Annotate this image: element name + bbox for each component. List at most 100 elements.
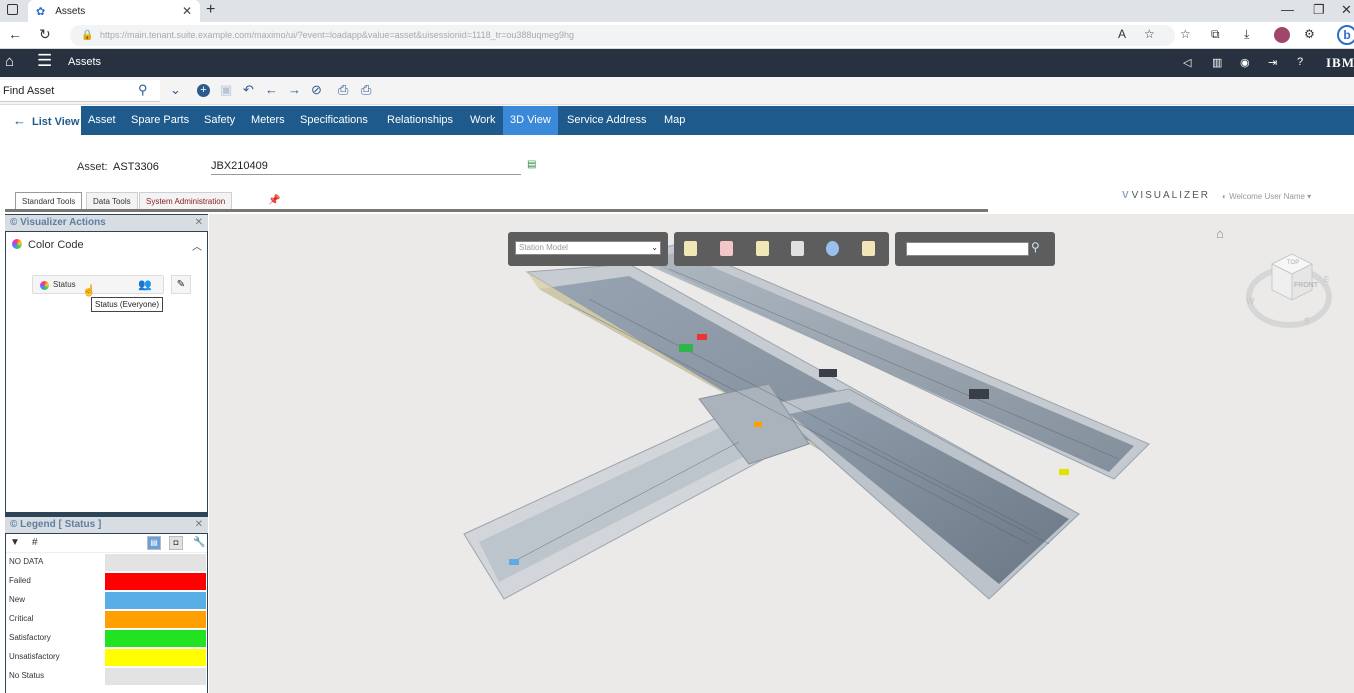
legend-view-icon[interactable]: ▤ [147, 536, 161, 550]
close-tab-icon[interactable]: ✕ [182, 4, 192, 18]
previous-record-icon[interactable]: ← [265, 82, 278, 97]
browser-tab-assets[interactable]: ✿ Assets ✕ [28, 0, 200, 22]
new-tab-button[interactable]: + [206, 1, 215, 19]
tab-standard-tools[interactable]: Standard Tools [15, 192, 83, 210]
find-asset-input[interactable] [0, 80, 160, 102]
profile-icon[interactable]: ◉ [1240, 56, 1250, 69]
legend-color-swatch[interactable] [105, 573, 206, 590]
count-icon[interactable]: # [32, 537, 38, 548]
chevron-up-icon[interactable]: ︿ [192, 238, 202, 253]
legend-row[interactable]: Satisfactory [6, 629, 207, 648]
close-icon[interactable]: ✕ [195, 517, 203, 533]
tab-3d-view[interactable]: 3D View [503, 106, 558, 135]
legend-title: Legend [ Status ] [20, 519, 102, 530]
tab-specifications[interactable]: Specifications [293, 106, 375, 135]
color-code-section[interactable]: Color Code [12, 239, 84, 251]
document-icon[interactable] [791, 241, 804, 256]
legend-color-swatch[interactable] [105, 611, 206, 628]
print-icon[interactable]: ⎙ [338, 82, 348, 98]
new-record-icon[interactable]: + [197, 84, 210, 97]
tab-asset[interactable]: Asset [81, 106, 123, 135]
bing-icon[interactable]: b [1337, 25, 1354, 45]
reload-icon[interactable]: ↻ [39, 26, 51, 43]
search-icon[interactable]: ⚲ [1031, 240, 1040, 254]
model-selector-dropdown[interactable]: Station Model ⌄ [515, 241, 661, 255]
model-selector-toolbar: Station Model ⌄ [508, 232, 668, 266]
back-arrow-icon: ← [13, 113, 26, 128]
isolate-icon[interactable]: ◘ [169, 536, 183, 550]
filter-icon[interactable]: ▼ [10, 537, 20, 548]
load-view-icon[interactable] [684, 241, 697, 256]
next-record-icon[interactable]: → [288, 82, 301, 97]
home-view-icon[interactable]: ⌂ [1216, 226, 1224, 241]
viewer-tools-toolbar [674, 232, 889, 266]
legend-row[interactable]: Critical [6, 610, 207, 629]
extensions-icon[interactable]: ⚙ [1304, 27, 1315, 41]
tab-list-view[interactable]: ← List View [5, 106, 81, 135]
edit-icon[interactable]: ✎ [171, 275, 191, 294]
legend-color-swatch[interactable] [105, 649, 206, 666]
delete-view-icon[interactable] [720, 241, 733, 256]
collections-icon[interactable]: ⧉ [1211, 27, 1220, 42]
compass-icon[interactable] [826, 241, 839, 256]
asset-number[interactable]: AST3306 [113, 161, 159, 173]
legend-color-swatch[interactable] [105, 668, 206, 685]
close-window-icon[interactable]: ✕ [1341, 2, 1352, 18]
chevron-down-icon[interactable]: ⌄ [170, 82, 181, 98]
legend-row[interactable]: No Status [6, 667, 207, 686]
settings-wrench-icon[interactable]: 🔧 [193, 537, 205, 548]
restore-icon[interactable]: ❐ [1313, 2, 1325, 18]
downloads-icon[interactable]: ⤓ [1244, 27, 1249, 42]
minimize-icon[interactable]: — [1281, 2, 1294, 17]
back-icon[interactable]: ← [8, 26, 22, 42]
3d-viewport[interactable]: Station Model ⌄ ⚲ ⌂ TOP FRONT W E S [209, 214, 1354, 693]
tab-work[interactable]: Work [463, 106, 502, 135]
save-view-icon[interactable] [756, 241, 769, 256]
tab-service-address[interactable]: Service Address [560, 106, 653, 135]
profile-avatar[interactable] [1274, 27, 1290, 43]
legend-row[interactable]: Failed [6, 572, 207, 591]
home-icon[interactable]: ⌂ [5, 53, 14, 70]
tab-spare-parts[interactable]: Spare Parts [124, 106, 196, 135]
legend-color-swatch[interactable] [105, 630, 206, 647]
navigation-cube[interactable]: TOP FRONT W E S [1244, 242, 1334, 332]
tab-safety[interactable]: Safety [197, 106, 242, 135]
viewer-search-input[interactable] [906, 242, 1029, 256]
pin-icon[interactable]: 📌 [268, 195, 280, 206]
announcement-icon[interactable]: ◁ [1183, 56, 1191, 69]
url-field[interactable]: 🔒 https://main.tenant.suite.example.com/… [70, 25, 1175, 46]
tab-system-administration[interactable]: System Administration [139, 192, 233, 210]
tab-relationships[interactable]: Relationships [380, 106, 460, 135]
legend-row[interactable]: New [6, 591, 207, 610]
welcome-user[interactable]: ◐ Welcome User Name ▾ [1222, 192, 1311, 201]
close-icon[interactable]: ✕ [195, 215, 203, 231]
print-with-attachments-icon[interactable]: ⎙ [361, 82, 371, 98]
sign-out-icon[interactable]: ⇥ [1268, 56, 1277, 69]
hand-cursor-icon: ☝ [82, 285, 96, 297]
legend-header[interactable]: © Legend [ Status ] ✕ [5, 517, 208, 533]
menu-icon[interactable]: ☰ [37, 51, 52, 71]
read-aloud-icon[interactable]: A [1118, 27, 1126, 41]
search-icon[interactable]: ⚲ [138, 82, 148, 98]
long-description-icon[interactable]: ▤ [527, 159, 536, 170]
legend-label: New [9, 595, 26, 604]
status-color-code-button[interactable]: Status 👥 [32, 275, 164, 294]
tab-meters[interactable]: Meters [244, 106, 292, 135]
legend-color-swatch[interactable] [105, 592, 206, 609]
reports-icon[interactable]: ▥ [1212, 56, 1222, 69]
bulletin-icon[interactable]: ⊘ [311, 82, 322, 98]
favorite-add-icon[interactable]: ☆ [1144, 27, 1155, 41]
tab-data-tools[interactable]: Data Tools [86, 192, 138, 210]
legend-row[interactable]: Unsatisfactory [6, 648, 207, 667]
tab-map[interactable]: Map [657, 106, 692, 135]
legend-row[interactable]: NO DATA [6, 553, 207, 572]
favorites-icon[interactable]: ☆ [1180, 27, 1191, 41]
export-icon[interactable] [862, 241, 875, 256]
asset-description-field[interactable] [211, 158, 521, 175]
undo-icon[interactable]: ↶ [243, 82, 254, 98]
legend-color-swatch[interactable] [105, 554, 206, 571]
station-3d-model[interactable] [209, 214, 1354, 693]
help-icon[interactable]: ? [1297, 56, 1303, 68]
visualizer-actions-header[interactable]: © Visualizer Actions ✕ [5, 215, 208, 231]
tab-actions-icon[interactable] [7, 4, 18, 15]
